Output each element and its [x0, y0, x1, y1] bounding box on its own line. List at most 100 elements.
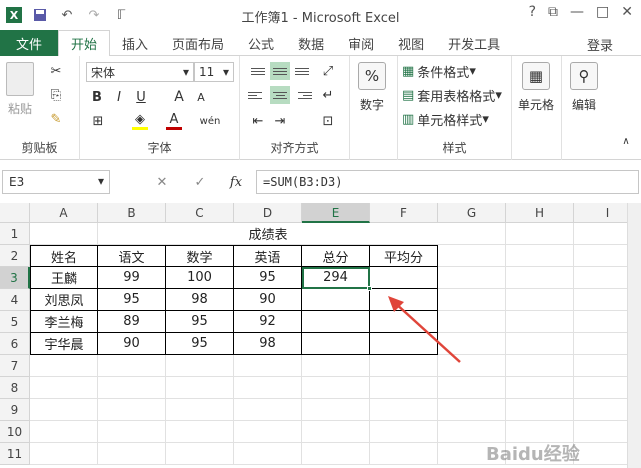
tab-page-layout[interactable]: 页面布局 — [160, 30, 236, 56]
cell-g9[interactable] — [438, 399, 506, 421]
align-center-icon[interactable] — [270, 86, 290, 104]
cell-b10[interactable] — [98, 421, 166, 443]
cell-b8[interactable] — [98, 377, 166, 399]
cell-d11[interactable] — [234, 443, 302, 465]
cancel-formula-icon[interactable]: ✕ — [152, 172, 172, 192]
format-as-table-button[interactable]: ▤ 套用表格格式 ▾ — [402, 86, 502, 105]
conditional-format-button[interactable]: ▦ 条件格式 ▾ — [402, 62, 476, 81]
cell-h6[interactable] — [506, 333, 574, 355]
cell-b3[interactable]: 99 — [98, 267, 166, 289]
ribbon-display-icon[interactable]: ⧉ — [548, 4, 558, 20]
column-header-e[interactable]: E — [302, 203, 370, 223]
cell-c3[interactable]: 100 — [166, 267, 234, 289]
font-name-select[interactable]: 宋体 ▾ — [86, 62, 194, 82]
column-header-f[interactable]: F — [370, 203, 438, 223]
cell-e7[interactable] — [302, 355, 370, 377]
cell-a2[interactable]: 姓名 — [30, 245, 98, 267]
cell-d3[interactable]: 95 — [234, 267, 302, 289]
fill-color-icon[interactable]: ◈ — [130, 112, 150, 130]
cell-d8[interactable] — [234, 377, 302, 399]
cell-h1[interactable] — [506, 223, 574, 245]
row-header-1[interactable]: 1 — [0, 223, 30, 245]
cell-g1[interactable] — [438, 223, 506, 245]
column-header-b[interactable]: B — [98, 203, 166, 223]
row-header-5[interactable]: 5 — [0, 311, 30, 333]
cell-c2[interactable]: 数学 — [166, 245, 234, 267]
grow-font-button[interactable]: A — [170, 88, 188, 106]
cell-h2[interactable] — [506, 245, 574, 267]
row-header-7[interactable]: 7 — [0, 355, 30, 377]
column-header-a[interactable]: A — [30, 203, 98, 223]
tab-data[interactable]: 数据 — [286, 30, 336, 56]
column-header-c[interactable]: C — [166, 203, 234, 223]
fill-handle[interactable] — [367, 286, 372, 291]
cell-f3[interactable] — [370, 267, 438, 289]
cell-d9[interactable] — [234, 399, 302, 421]
cell-d6[interactable]: 98 — [234, 333, 302, 355]
editing-button[interactable]: ⚲ 编辑 — [570, 62, 598, 113]
vertical-scrollbar[interactable] — [627, 203, 641, 468]
cell-e10[interactable] — [302, 421, 370, 443]
cell-d4[interactable]: 90 — [234, 289, 302, 311]
cell-b9[interactable] — [98, 399, 166, 421]
cell-e5[interactable] — [302, 311, 370, 333]
insert-function-icon[interactable]: fx — [226, 172, 246, 192]
font-size-select[interactable]: 11 ▾ — [194, 62, 234, 82]
cell-a1[interactable] — [30, 223, 98, 245]
cell-c9[interactable] — [166, 399, 234, 421]
cell-a9[interactable] — [30, 399, 98, 421]
decrease-indent-icon[interactable]: ⇤ — [248, 112, 268, 130]
row-header-11[interactable]: 11 — [0, 443, 30, 465]
align-bottom-icon[interactable] — [292, 62, 312, 80]
cell-e9[interactable] — [302, 399, 370, 421]
wrap-text-icon[interactable]: ↵ — [318, 86, 338, 104]
row-header-8[interactable]: 8 — [0, 377, 30, 399]
column-header-d[interactable]: D — [234, 203, 302, 223]
column-header-h[interactable]: H — [506, 203, 574, 223]
cell-b6[interactable]: 90 — [98, 333, 166, 355]
select-all-corner[interactable] — [0, 203, 30, 223]
cell-f9[interactable] — [370, 399, 438, 421]
format-painter-icon[interactable]: ✎ — [46, 110, 66, 128]
worksheet-grid[interactable]: A B C D E F G H I 1 2 姓名 语文 数学 英语 总分 平均分 3 王麟 99 100 95 294 4 刘思… — [0, 203, 641, 468]
row-header-6[interactable]: 6 — [0, 333, 30, 355]
cut-icon[interactable]: ✂ — [46, 62, 66, 80]
cell-d7[interactable] — [234, 355, 302, 377]
cell-a5[interactable]: 李兰梅 — [30, 311, 98, 333]
copy-icon[interactable]: ⎘ — [46, 86, 66, 104]
cell-f11[interactable] — [370, 443, 438, 465]
cell-c10[interactable] — [166, 421, 234, 443]
align-middle-icon[interactable] — [270, 62, 290, 80]
number-format-button[interactable]: % 数字 — [358, 62, 386, 113]
cell-f8[interactable] — [370, 377, 438, 399]
cell-a6[interactable]: 宇华晨 — [30, 333, 98, 355]
cell-h3[interactable] — [506, 267, 574, 289]
cell-c8[interactable] — [166, 377, 234, 399]
italic-button[interactable]: I — [110, 88, 128, 106]
cell-e11[interactable] — [302, 443, 370, 465]
cell-b7[interactable] — [98, 355, 166, 377]
cell-b11[interactable] — [98, 443, 166, 465]
cell-d10[interactable] — [234, 421, 302, 443]
border-icon[interactable]: ⊞ — [88, 112, 108, 130]
tab-formulas[interactable]: 公式 — [236, 30, 286, 56]
shrink-font-button[interactable]: A — [192, 88, 210, 106]
tab-home[interactable]: 开始 — [58, 30, 111, 57]
cell-h8[interactable] — [506, 377, 574, 399]
align-left-icon[interactable] — [248, 86, 268, 104]
tab-view[interactable]: 视图 — [386, 30, 436, 56]
cell-h7[interactable] — [506, 355, 574, 377]
close-icon[interactable]: ✕ — [621, 4, 633, 20]
cell-e6[interactable] — [302, 333, 370, 355]
cell-a4[interactable]: 刘思凤 — [30, 289, 98, 311]
cell-a7[interactable] — [30, 355, 98, 377]
help-icon[interactable]: ? — [529, 4, 536, 20]
name-box[interactable]: E3 ▾ — [2, 170, 110, 194]
maximize-icon[interactable]: □ — [596, 4, 609, 20]
cell-h5[interactable] — [506, 311, 574, 333]
cell-h4[interactable] — [506, 289, 574, 311]
cell-e3[interactable]: 294 — [302, 267, 370, 289]
cells-button[interactable]: ▦ 单元格 — [518, 62, 554, 113]
cell-b4[interactable]: 95 — [98, 289, 166, 311]
row-header-10[interactable]: 10 — [0, 421, 30, 443]
